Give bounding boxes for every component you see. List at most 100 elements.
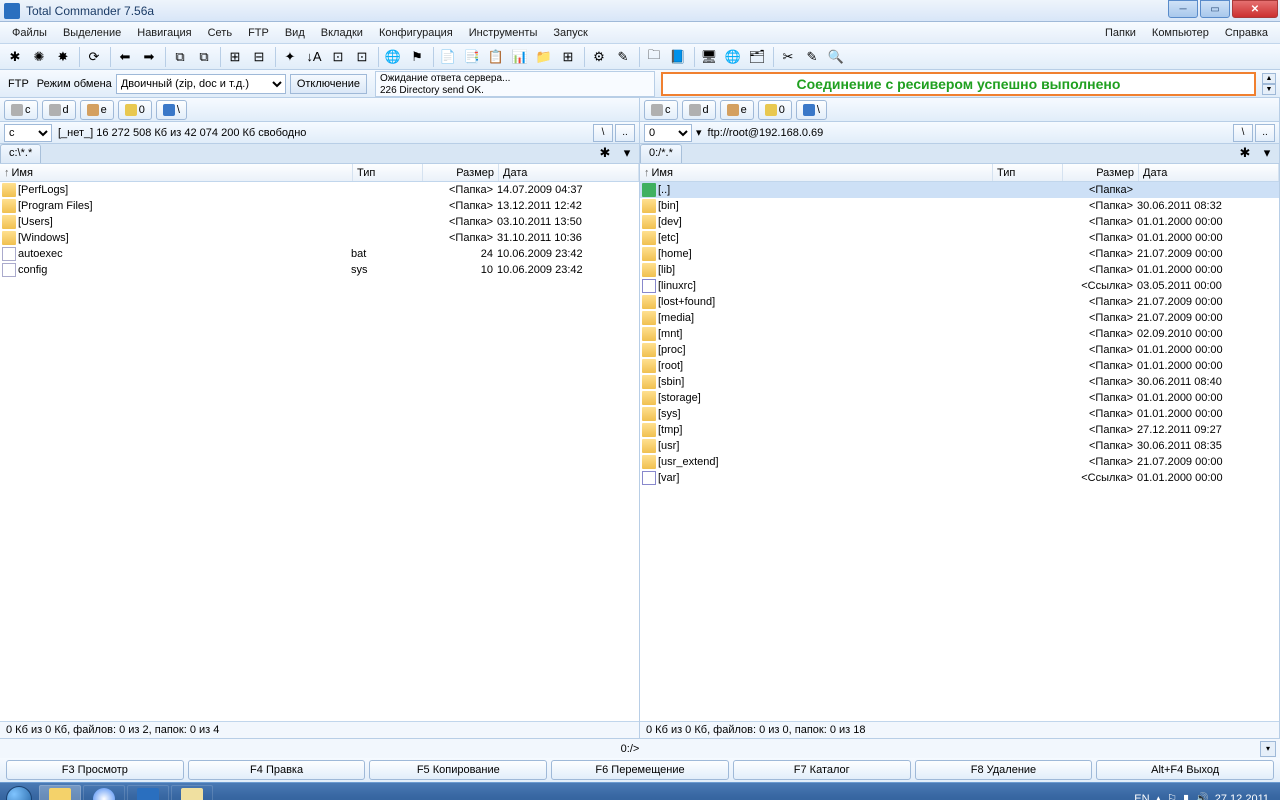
system-tray[interactable]: EN ▴ ⚐ ▮ 🔊 27.12.2011 xyxy=(1123,792,1280,800)
menu-сеть[interactable]: Сеть xyxy=(200,25,240,41)
right-favorites-icon[interactable]: ✱ xyxy=(1235,144,1255,162)
col-size[interactable]: Размер xyxy=(423,164,499,181)
left-root-button[interactable]: \ xyxy=(593,124,613,142)
drive-d[interactable]: d xyxy=(682,100,716,120)
col-name[interactable]: Имя xyxy=(0,164,353,181)
toolbar-icon[interactable]: 🌐 xyxy=(382,46,404,68)
right-history-icon[interactable]: ▾ xyxy=(1257,144,1277,162)
toolbar-icon[interactable]: ⟳ xyxy=(83,46,105,68)
maximize-button[interactable]: ▭ xyxy=(1200,0,1230,18)
file-row[interactable]: [linuxrc]<Ссылка>03.05.2011 00:00 xyxy=(640,278,1279,294)
toolbar-icon[interactable]: ⧉ xyxy=(193,46,215,68)
toolbar-icon[interactable]: ⬅ xyxy=(114,46,136,68)
drive-\[interactable]: \ xyxy=(796,100,827,120)
toolbar-icon[interactable]: ⧉ xyxy=(169,46,191,68)
toolbar-icon[interactable]: ✺ xyxy=(28,46,50,68)
file-row[interactable]: [etc]<Папка>01.01.2000 00:00 xyxy=(640,230,1279,246)
left-up-button[interactable]: .. xyxy=(615,124,635,142)
right-root-button[interactable]: \ xyxy=(1233,124,1253,142)
toolbar-icon[interactable]: 📘 xyxy=(667,46,689,68)
right-up-button[interactable]: .. xyxy=(1255,124,1275,142)
file-row[interactable]: [usr]<Папка>30.06.2011 08:35 xyxy=(640,438,1279,454)
drive-c[interactable]: c xyxy=(644,100,678,120)
tray-volume-icon[interactable]: 🔊 xyxy=(1195,792,1209,800)
tray-up-icon[interactable]: ▴ xyxy=(1156,792,1162,800)
f6-move-button[interactable]: F6 Перемещение xyxy=(551,760,729,780)
menu-ftp[interactable]: FTP xyxy=(240,25,277,41)
file-row[interactable]: [proc]<Папка>01.01.2000 00:00 xyxy=(640,342,1279,358)
command-history-button[interactable]: ▾ xyxy=(1260,741,1276,757)
drive-e[interactable]: e xyxy=(80,100,114,120)
file-row[interactable]: [usr_extend]<Папка>21.07.2009 00:00 xyxy=(640,454,1279,470)
file-row[interactable]: [Program Files]<Папка>13.12.2011 12:42 xyxy=(0,198,639,214)
tray-flag-icon[interactable]: ⚐ xyxy=(1167,792,1177,800)
file-row[interactable]: [..]<Папка> xyxy=(640,182,1279,198)
toolbar-icon[interactable]: 🗂 xyxy=(746,46,768,68)
toolbar-icon[interactable]: ✸ xyxy=(52,46,74,68)
toolbar-icon[interactable]: 📑 xyxy=(461,46,483,68)
menu-вид[interactable]: Вид xyxy=(277,25,313,41)
toolbar-icon[interactable]: 📄 xyxy=(437,46,459,68)
f4-edit-button[interactable]: F4 Правка xyxy=(188,760,366,780)
left-tab[interactable]: c:\*.* xyxy=(0,144,41,163)
menu-выделение[interactable]: Выделение xyxy=(55,25,129,41)
col-type[interactable]: Тип xyxy=(993,164,1063,181)
file-row[interactable]: autoexecbat2410.06.2009 23:42 xyxy=(0,246,639,262)
menu-папки[interactable]: Папки xyxy=(1097,25,1144,41)
file-row[interactable]: [media]<Папка>21.07.2009 00:00 xyxy=(640,310,1279,326)
f3-view-button[interactable]: F3 Просмотр xyxy=(6,760,184,780)
f7-mkdir-button[interactable]: F7 Каталог xyxy=(733,760,911,780)
file-row[interactable]: [root]<Папка>01.01.2000 00:00 xyxy=(640,358,1279,374)
menu-компьютер[interactable]: Компьютер xyxy=(1144,25,1217,41)
right-file-list[interactable]: [..]<Папка>[bin]<Папка>30.06.2011 08:32[… xyxy=(640,182,1279,721)
menu-навигация[interactable]: Навигация xyxy=(129,25,199,41)
file-row[interactable]: [sbin]<Папка>30.06.2011 08:40 xyxy=(640,374,1279,390)
toolbar-icon[interactable]: ✦ xyxy=(279,46,301,68)
toolbar-icon[interactable]: ⊟ xyxy=(248,46,270,68)
drive-0[interactable]: 0 xyxy=(118,100,152,120)
menu-инструменты[interactable]: Инструменты xyxy=(461,25,546,41)
file-row[interactable]: [storage]<Папка>01.01.2000 00:00 xyxy=(640,390,1279,406)
toolbar-icon[interactable]: ✂ xyxy=(777,46,799,68)
toolbar-icon[interactable]: ✎ xyxy=(612,46,634,68)
left-history-icon[interactable]: ▾ xyxy=(617,144,637,162)
toolbar-icon[interactable]: ✎ xyxy=(801,46,823,68)
menu-запуск[interactable]: Запуск xyxy=(545,25,595,41)
file-row[interactable]: [dev]<Папка>01.01.2000 00:00 xyxy=(640,214,1279,230)
tray-battery-icon[interactable]: ▮ xyxy=(1183,792,1189,800)
f8-delete-button[interactable]: F8 Удаление xyxy=(915,760,1093,780)
drive-c[interactable]: c xyxy=(4,100,38,120)
file-row[interactable]: [PerfLogs]<Папка>14.07.2009 04:37 xyxy=(0,182,639,198)
right-tab[interactable]: 0:/*.* xyxy=(640,144,682,163)
drive-d[interactable]: d xyxy=(42,100,76,120)
col-size[interactable]: Размер xyxy=(1063,164,1139,181)
toolbar-icon[interactable]: 🗀 xyxy=(643,46,665,68)
toolbar-icon[interactable]: ⊡ xyxy=(327,46,349,68)
drive-\[interactable]: \ xyxy=(156,100,187,120)
right-drive-select[interactable]: 0 xyxy=(644,124,692,142)
task-totalcmd[interactable] xyxy=(127,785,169,800)
file-row[interactable]: [Users]<Папка>03.10.2011 13:50 xyxy=(0,214,639,230)
file-row[interactable]: configsys1010.06.2009 23:42 xyxy=(0,262,639,278)
start-button[interactable] xyxy=(0,783,38,800)
toolbar-icon[interactable]: 📊 xyxy=(509,46,531,68)
tray-lang[interactable]: EN xyxy=(1134,793,1149,800)
menu-конфигурация[interactable]: Конфигурация xyxy=(371,25,461,41)
task-explorer[interactable] xyxy=(39,785,81,800)
task-chrome[interactable] xyxy=(83,785,125,800)
left-favorites-icon[interactable]: ✱ xyxy=(595,144,615,162)
minimize-button[interactable]: ─ xyxy=(1168,0,1198,18)
toolbar-icon[interactable]: ⊞ xyxy=(224,46,246,68)
task-paint[interactable] xyxy=(171,785,213,800)
file-row[interactable]: [mnt]<Папка>02.09.2010 00:00 xyxy=(640,326,1279,342)
close-button[interactable]: ✕ xyxy=(1232,0,1278,18)
toolbar-icon[interactable]: 📋 xyxy=(485,46,507,68)
col-name[interactable]: Имя xyxy=(640,164,993,181)
altf4-exit-button[interactable]: Alt+F4 Выход xyxy=(1096,760,1274,780)
menu-файлы[interactable]: Файлы xyxy=(4,25,55,41)
drive-0[interactable]: 0 xyxy=(758,100,792,120)
toolbar-icon[interactable]: ✱ xyxy=(4,46,26,68)
toolbar-icon[interactable]: 🖥 xyxy=(698,46,720,68)
command-prompt[interactable]: 0:/> xyxy=(420,743,840,755)
menu-вкладки[interactable]: Вкладки xyxy=(313,25,371,41)
